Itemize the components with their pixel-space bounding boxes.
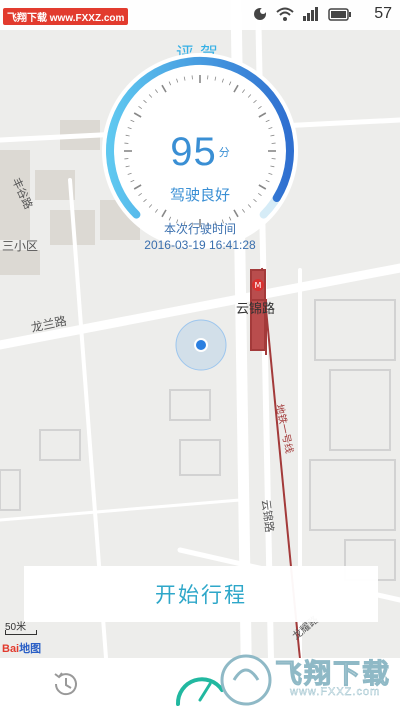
svg-text:M: M <box>255 281 262 290</box>
map-scale-bar <box>5 630 37 635</box>
current-location-marker[interactable] <box>175 319 227 371</box>
baidu-map-logo: Bai地图 <box>2 640 41 656</box>
score-unit: 分 <box>218 146 230 159</box>
baidu-logo-suffix: 地图 <box>19 643 42 655</box>
score-value: 95 <box>170 130 217 174</box>
clock-history-icon[interactable] <box>50 668 82 700</box>
signal-icon <box>303 7 318 21</box>
battery-icon <box>328 7 351 21</box>
metro-station-icon[interactable]: M <box>252 279 264 291</box>
baidu-logo-text: Bai <box>2 643 20 655</box>
status-icons <box>252 6 352 22</box>
map-label-station: 云锦路 <box>236 301 275 317</box>
watermark-badge: 飞翔下载 www.FXXZ.com <box>3 8 129 25</box>
status-bar: 飞翔下载 www.FXXZ.com 57 <box>0 0 400 30</box>
status-time: 57 <box>374 5 392 22</box>
trip-time-value: 2016-03-19 16:41:28 <box>144 238 256 252</box>
notification-icon <box>254 8 266 20</box>
brand-watermark-url: www.FXXZ.com <box>290 686 381 698</box>
rating-label: 驾驶良好 <box>169 186 230 204</box>
score: 95 分 <box>0 130 400 175</box>
trip-time-label: 本次行驶时间 <box>163 222 236 236</box>
wifi-icon <box>276 7 294 21</box>
start-trip-button[interactable]: 开始行程 <box>24 566 378 622</box>
